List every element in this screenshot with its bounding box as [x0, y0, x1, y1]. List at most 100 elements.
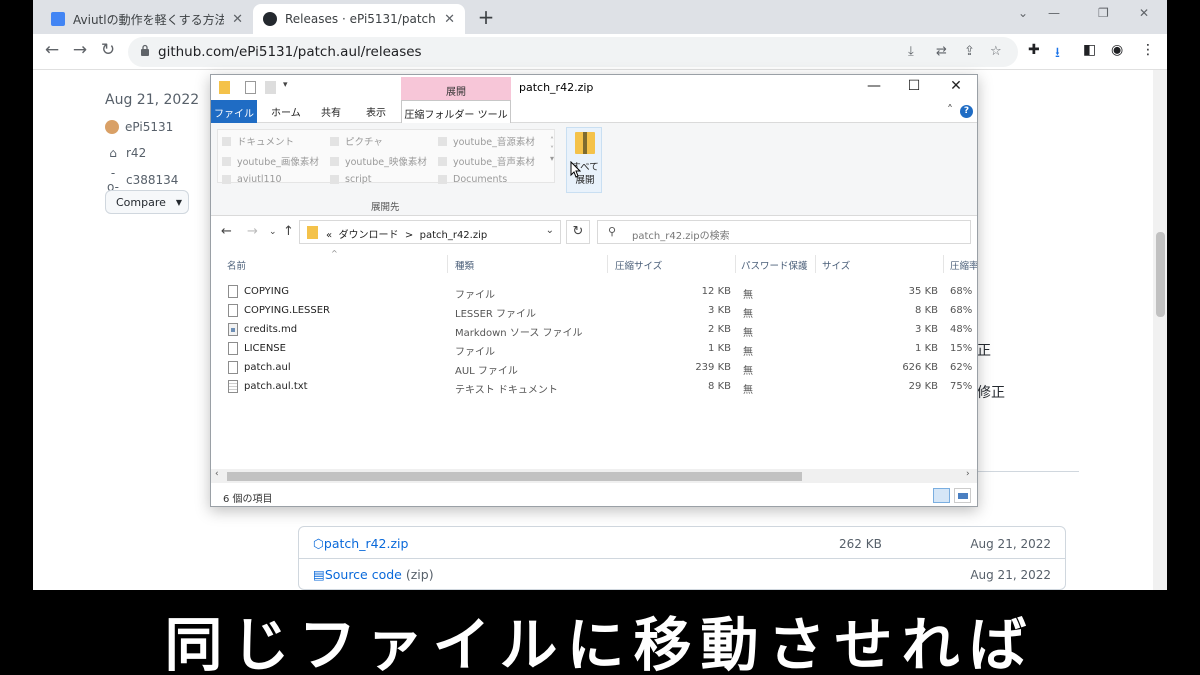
forward-icon[interactable]: → — [247, 224, 258, 239]
scrollbar-thumb[interactable] — [227, 472, 802, 481]
share-icon[interactable]: ⇪ — [964, 44, 975, 59]
recent-locations-icon[interactable]: ⌄ — [269, 227, 277, 237]
browser-toolbar: ← → ↻ github.com/ePi5131/patch.aul/relea… — [33, 34, 1167, 70]
github-icon — [263, 12, 277, 26]
new-folder-icon[interactable] — [265, 81, 276, 94]
close-tab-icon[interactable]: ✕ — [444, 12, 455, 27]
destination-item[interactable]: youtube_音源素材 — [438, 134, 535, 148]
destination-item[interactable]: script — [330, 174, 371, 185]
browser-tab-aviutl[interactable]: Aviutlの動作を軽くする方法○選 - ✕ — [41, 4, 253, 34]
tab-compressed-folder-tools[interactable]: 圧縮フォルダー ツール — [401, 100, 511, 123]
maximize-icon[interactable]: ☐ — [899, 78, 929, 94]
back-icon[interactable]: ← — [41, 40, 63, 60]
scrollbar-thumb[interactable] — [1156, 232, 1165, 317]
tab-file[interactable]: ファイル — [211, 100, 257, 123]
asset-row[interactable]: ▤Source code (zip) Aug 21, 2022 — [299, 559, 1065, 590]
minimize-icon[interactable]: — — [859, 78, 889, 94]
asset-suffix: (zip) — [405, 567, 434, 582]
details-view-icon[interactable] — [933, 488, 950, 503]
file-row[interactable]: patch.aul.txt テキスト ドキュメント 8 KB 無 29 KB 7… — [211, 377, 977, 396]
bookmark-star-icon[interactable]: ☆ — [990, 44, 1002, 59]
column-header-ratio[interactable]: 圧縮率 — [950, 258, 977, 272]
destination-item[interactable]: aviutl110 — [222, 174, 282, 185]
scroll-left-icon[interactable]: ‹ — [215, 469, 219, 479]
destination-item[interactable]: Documents — [438, 174, 507, 185]
destination-item[interactable]: youtube_音声素材 — [438, 154, 535, 168]
explorer-address-bar[interactable]: « ダウンロード > patch_r42.zip ⌄ — [299, 220, 561, 244]
compare-button[interactable]: Compare ▼ — [105, 190, 189, 214]
column-header-compressed-size[interactable]: 圧縮サイズ — [615, 258, 662, 272]
address-bar[interactable]: github.com/ePi5131/patch.aul/releases ⤓ … — [128, 37, 1018, 67]
forward-icon[interactable]: → — [69, 40, 91, 60]
tab-share[interactable]: 共有 — [321, 104, 341, 119]
extensions-icon[interactable]: ✚ — [1028, 42, 1040, 58]
asset-link[interactable]: ▤Source code (zip) — [313, 567, 434, 582]
back-icon[interactable]: ← — [221, 224, 232, 239]
help-icon[interactable]: ? — [960, 105, 973, 118]
breadcrumb-overflow[interactable]: « — [326, 230, 332, 241]
gallery-scroll-icon[interactable]: ˄ ˅ ▾ — [550, 136, 554, 163]
search-input[interactable]: ⚲ patch_r42.zipの検索 — [597, 220, 971, 244]
column-header-password[interactable]: パスワード保護 — [741, 258, 808, 272]
release-author[interactable]: ePi5131 — [105, 120, 173, 134]
divider — [815, 255, 816, 273]
destination-item[interactable]: youtube_画像素材 — [222, 154, 319, 168]
translate-icon[interactable]: ⇄ — [936, 44, 947, 59]
asset-name: Source code — [324, 567, 402, 582]
scroll-right-icon[interactable]: › — [966, 469, 970, 479]
new-tab-button[interactable]: + — [474, 5, 498, 29]
restore-icon[interactable]: ❐ — [1098, 6, 1109, 20]
file-row[interactable]: patch.aul AUL ファイル 239 KB 無 626 KB 62% — [211, 358, 977, 377]
up-icon[interactable]: ↑ — [283, 224, 294, 239]
breadcrumb-downloads[interactable]: ダウンロード — [338, 230, 398, 241]
menu-kebab-icon[interactable]: ⋮ — [1141, 42, 1155, 58]
release-note-fragment: 正 — [977, 343, 991, 359]
column-header-size[interactable]: サイズ — [822, 258, 850, 272]
minimize-icon[interactable]: — — [1048, 6, 1060, 20]
page-scrollbar[interactable] — [1153, 70, 1167, 590]
destination-item[interactable]: youtube_映像素材 — [330, 154, 427, 168]
close-window-icon[interactable]: ✕ — [1139, 6, 1149, 20]
side-panel-icon[interactable]: ◧ — [1083, 42, 1096, 58]
file-name: COPYING.LESSER — [244, 305, 330, 316]
asset-row[interactable]: ⬡patch_r42.zip 262 KB Aug 21, 2022 — [299, 528, 1065, 559]
destination-item[interactable]: ドキュメント — [222, 134, 294, 148]
tab-view[interactable]: 表示 — [366, 104, 386, 119]
tab-home[interactable]: ホーム — [271, 104, 301, 119]
refresh-icon[interactable]: ↻ — [566, 220, 590, 244]
close-tab-icon[interactable]: ✕ — [232, 12, 243, 27]
collapse-ribbon-icon[interactable]: ˄ — [947, 103, 953, 117]
destination-item[interactable]: ピクチャ — [330, 134, 383, 148]
column-header-name[interactable]: 名前 — [227, 258, 246, 272]
file-row[interactable]: credits.md Markdown ソース ファイル 2 KB 無 3 KB… — [211, 320, 977, 339]
large-icons-view-icon[interactable] — [954, 488, 971, 503]
extract-all-button[interactable]: すべて展開 — [566, 127, 602, 193]
zip-folder-icon — [307, 226, 318, 239]
file-password: 無 — [743, 290, 753, 301]
folder-icon — [222, 156, 231, 166]
quick-access-dropdown-icon[interactable]: ▾ — [283, 80, 288, 90]
properties-icon[interactable] — [245, 81, 256, 94]
asset-link[interactable]: ⬡patch_r42.zip — [313, 536, 408, 551]
breadcrumb-current[interactable]: patch_r42.zip — [420, 230, 488, 241]
install-app-icon[interactable]: ⤓ — [908, 44, 914, 59]
file-type: Markdown ソース ファイル — [455, 328, 583, 339]
release-tag[interactable]: ⌂ r42 — [105, 146, 146, 160]
profile-avatar-icon[interactable]: ◉ — [1111, 42, 1123, 58]
column-header-type[interactable]: 種類 — [455, 258, 474, 272]
close-icon[interactable]: ✕ — [941, 78, 971, 94]
file-row[interactable]: LICENSE ファイル 1 KB 無 1 KB 15% — [211, 339, 977, 358]
file-icon — [228, 304, 238, 317]
file-compressed-size: 239 KB — [695, 362, 731, 373]
chevron-down-icon[interactable]: ⌄ — [546, 225, 554, 236]
tab-search-icon[interactable]: ⌄ — [1018, 6, 1028, 20]
ribbon-tabs: ファイル ホーム 共有 表示 圧縮フォルダー ツール ˄ ? — [211, 100, 977, 123]
file-row[interactable]: COPYING ファイル 12 KB 無 35 KB 68% — [211, 282, 977, 301]
reload-icon[interactable]: ↻ — [97, 40, 119, 60]
downloads-icon[interactable]: ⭳ — [1055, 42, 1060, 66]
horizontal-scrollbar[interactable]: ‹ › — [211, 469, 977, 483]
browser-tab-releases[interactable]: Releases · ePi5131/patch.aul ✕ — [253, 4, 465, 34]
destinations-gallery: ドキュメント ピクチャ youtube_音源素材 youtube_画像素材 yo… — [217, 129, 555, 185]
file-row[interactable]: COPYING.LESSER LESSER ファイル 3 KB 無 8 KB 6… — [211, 301, 977, 320]
file-password: 無 — [743, 309, 753, 320]
